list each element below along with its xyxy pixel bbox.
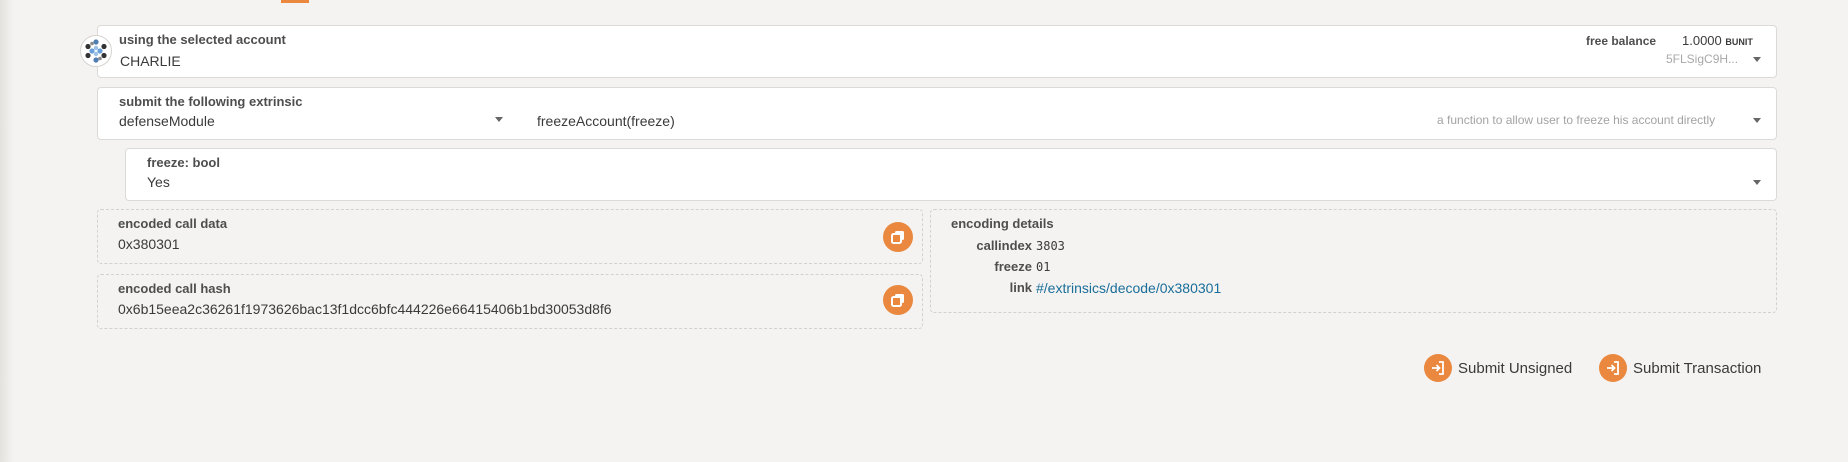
avatar: [80, 35, 112, 67]
account-chevron-down-icon: [1753, 57, 1761, 62]
encoded-call-data-label: encoded call data: [118, 216, 228, 231]
freeze-key: freeze: [994, 259, 1032, 274]
copy-icon: [891, 294, 904, 307]
free-balance-label: free balance: [1586, 34, 1657, 48]
submit-unsigned-button[interactable]: Submit Unsigned: [1424, 353, 1572, 383]
module-dropdown[interactable]: defenseModule: [119, 113, 215, 129]
param-freeze-select[interactable]: freeze: bool Yes: [125, 148, 1777, 201]
method-dropdown[interactable]: freezeAccount(freeze): [537, 113, 675, 129]
submit-transaction-label: Submit Transaction: [1633, 359, 1762, 377]
copy-call-data-button[interactable]: [883, 222, 913, 252]
decode-link[interactable]: #/extrinsics/decode/0x380301: [1036, 280, 1221, 296]
identicon-avatar-icon: [85, 39, 107, 63]
extrinsic-selector: submit the following extrinsic defenseMo…: [97, 87, 1777, 140]
encoded-call-hash-label: encoded call hash: [118, 281, 231, 296]
account-name: CHARLIE: [120, 53, 181, 69]
extrinsic-label: submit the following extrinsic: [119, 94, 303, 109]
submit-transaction-button[interactable]: Submit Transaction: [1599, 353, 1761, 383]
param-label: freeze: bool: [147, 155, 220, 170]
balance-unit: BUNIT: [1725, 37, 1753, 47]
copy-icon: [891, 231, 904, 244]
param-chevron-down-icon: [1753, 180, 1761, 185]
encoded-call-hash-panel: encoded call hash 0x6b15eea2c36261f19736…: [97, 274, 923, 329]
callindex-value: 3803: [1036, 239, 1065, 253]
submit-unsigned-label: Submit Unsigned: [1458, 359, 1573, 377]
balance-amount: 1.0000: [1682, 33, 1722, 48]
account-selector[interactable]: using the selected account CHARLIE free …: [97, 25, 1777, 78]
freeze-value: 01: [1036, 260, 1051, 274]
account-address: 5FLSigC9H...: [1666, 52, 1739, 66]
balance-value: 1.0000 BUNIT: [1682, 33, 1753, 48]
callindex-key: callindex: [976, 238, 1032, 253]
sign-in-icon: [1599, 354, 1627, 382]
active-tab-indicator: [281, 0, 309, 3]
encoded-call-hash-value: 0x6b15eea2c36261f1973626bac13f1dcc6bfc44…: [118, 301, 612, 317]
account-label: using the selected account: [119, 32, 286, 47]
module-chevron-down-icon[interactable]: [495, 117, 503, 122]
method-description: a function to allow user to freeze his a…: [1437, 113, 1716, 127]
method-chevron-down-icon[interactable]: [1753, 118, 1761, 123]
sign-in-icon: [1424, 354, 1452, 382]
left-edge-shadow: [0, 0, 14, 462]
param-value: Yes: [147, 174, 170, 190]
encoding-details-label: encoding details: [951, 216, 1054, 231]
encoded-call-data-value: 0x380301: [118, 236, 180, 252]
encoding-details-panel: encoding details callindex 3803 freeze 0…: [930, 209, 1777, 313]
link-key: link: [1009, 280, 1032, 295]
copy-call-hash-button[interactable]: [883, 285, 913, 315]
encoded-call-data-panel: encoded call data 0x380301: [97, 209, 923, 264]
